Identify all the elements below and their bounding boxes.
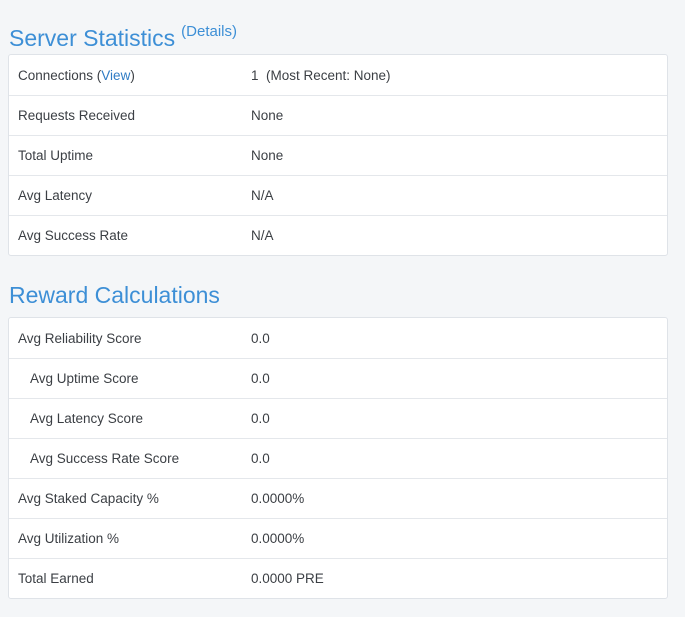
avg-utilization-label: Avg Utilization %: [18, 531, 120, 546]
requests-received-label: Requests Received: [18, 108, 136, 123]
total-uptime-label: Total Uptime: [18, 148, 94, 163]
avg-success-rate-value: N/A: [251, 228, 274, 243]
avg-success-rate-score-value: 0.0: [251, 451, 270, 466]
total-earned-label: Total Earned: [18, 571, 94, 586]
details-link-wrapper: (Details): [181, 23, 237, 40]
stat-row-requests-received: Requests Received None: [9, 95, 667, 135]
avg-latency-value: N/A: [251, 188, 274, 203]
connections-value: 1 (Most Recent: None): [251, 67, 391, 83]
reward-row-total-earned: Total Earned 0.0000 PRE: [9, 558, 667, 598]
avg-reliability-score-label: Avg Reliability Score: [18, 330, 142, 346]
server-statistics-title: Server Statistics: [9, 25, 176, 51]
avg-latency-score-label: Avg Latency Score: [30, 411, 144, 426]
total-earned-value: 0.0000 PRE: [251, 571, 324, 586]
view-connections-link[interactable]: View: [101, 68, 130, 83]
connections-label-suffix: ): [130, 67, 135, 83]
reward-row-utilization: Avg Utilization % 0.0000%: [9, 518, 667, 558]
page: Server Statistics (Details) Connections (…: [0, 0, 685, 617]
avg-staked-capacity-value: 0.0000%: [251, 491, 305, 506]
details-link[interactable]: Details: [186, 23, 232, 40]
avg-success-rate-label: Avg Success Rate: [18, 228, 129, 243]
reward-calculations-table: Avg Reliability Score 0.0 Avg Uptime Sco…: [8, 317, 668, 599]
avg-uptime-score-label: Avg Uptime Score: [30, 371, 139, 386]
stat-row-total-uptime: Total Uptime None: [9, 135, 667, 175]
total-uptime-value: None: [251, 148, 284, 163]
avg-latency-score-value: 0.0: [251, 411, 270, 426]
requests-received-value: None: [251, 108, 284, 123]
reward-row-staked-capacity: Avg Staked Capacity % 0.0000%: [9, 478, 667, 518]
connections-label: Connections (View): [9, 68, 251, 83]
reward-row-latency: Avg Latency Score 0.0: [9, 398, 667, 438]
avg-staked-capacity-label: Avg Staked Capacity %: [18, 491, 159, 506]
avg-reliability-score-value: 0.0: [251, 330, 270, 346]
avg-latency-label: Avg Latency: [18, 188, 93, 203]
avg-success-rate-score-label: Avg Success Rate Score: [30, 451, 180, 466]
details-paren-close: ): [232, 23, 238, 40]
reward-row-uptime: Avg Uptime Score 0.0: [9, 358, 667, 398]
stat-row-avg-latency: Avg Latency N/A: [9, 175, 667, 215]
reward-calculations-heading: Reward Calculations: [9, 281, 220, 309]
avg-uptime-score-value: 0.0: [251, 371, 270, 386]
reward-row-reliability: Avg Reliability Score 0.0: [9, 318, 667, 358]
avg-utilization-value: 0.0000%: [251, 531, 305, 546]
server-statistics-heading: Server Statistics (Details): [9, 18, 237, 52]
connections-label-text: Connections (: [18, 67, 102, 83]
reward-calculations-title: Reward Calculations: [9, 282, 220, 308]
stat-row-avg-success-rate: Avg Success Rate N/A: [9, 215, 667, 255]
stat-row-connections: Connections (View) 1 (Most Recent: None): [9, 55, 667, 95]
server-statistics-table: Connections (View) 1 (Most Recent: None)…: [8, 54, 668, 256]
reward-row-success-rate: Avg Success Rate Score 0.0: [9, 438, 667, 478]
